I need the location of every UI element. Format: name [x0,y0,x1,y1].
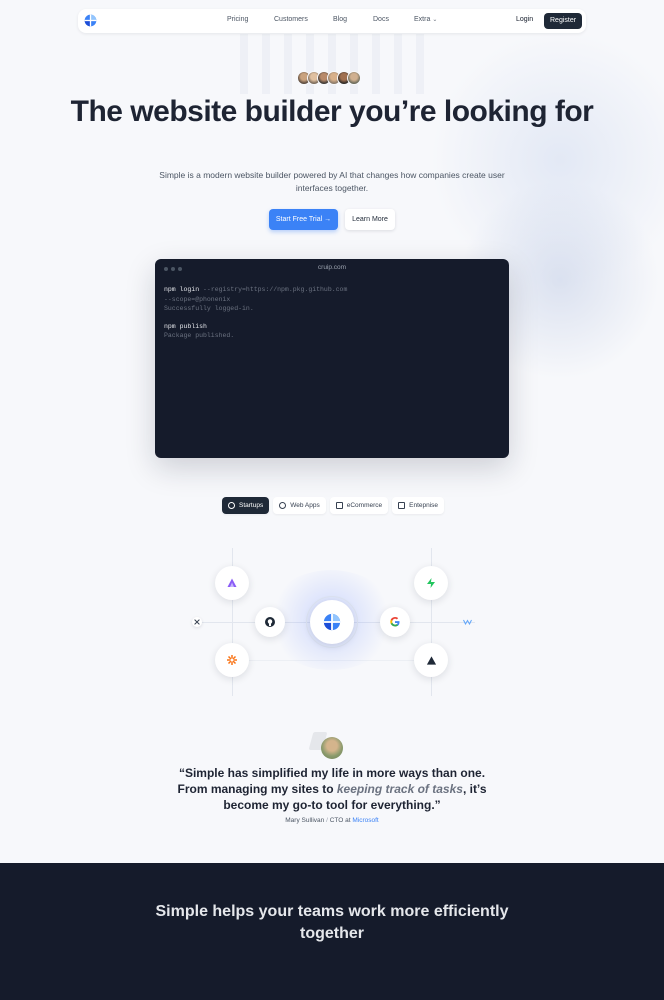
learn-more-button[interactable]: Learn More [345,209,395,230]
nav-docs[interactable]: Docs [373,16,389,23]
x-icon [192,617,202,627]
quote-emphasis: keeping track of tasks [336,782,463,796]
nav-blog[interactable]: Blog [333,16,347,23]
bracket-icon [335,502,343,509]
tab-label: eCommerce [346,502,383,509]
testimonial-author: Mary Sullivan / CTO at Microsoft [0,817,664,824]
terminal-title: cruip.com [317,264,347,271]
supabase-icon [414,566,448,600]
terminal-line: --scope=@phonenix [164,295,231,303]
terminal-line: Package published. [164,332,235,339]
logo-icon[interactable] [84,14,97,27]
hero-title: The website builder you’re looking for [70,95,594,128]
tab-label: Web Apps [290,502,320,509]
register-button[interactable]: Register [544,13,583,29]
nav-customers[interactable]: Customers [274,16,308,23]
tab-ecommerce[interactable]: eCommerce [329,497,389,514]
background-stripes [240,34,430,94]
header: Pricing Customers Blog Docs Extra ⌄ Login… [78,9,586,33]
tab-enterprise[interactable]: Entepnise [392,497,445,514]
webflow-icon [462,617,472,627]
terminal-line: npm publish [164,322,207,330]
code-terminal: cruip.com npm login --registry=https://n… [155,259,509,458]
author-role: CTO at [329,817,351,824]
affinity-icon [215,566,249,600]
author-company-link[interactable]: Microsoft [352,817,378,824]
terminal-command: npm login [164,286,200,293]
google-icon [380,607,410,637]
hero-subtitle: Simple is a modern website builder power… [159,170,505,193]
zapier-icon [215,643,249,677]
category-tabs: Startups Web Apps eCommerce Entepnise [222,497,445,514]
github-icon [255,607,285,637]
terminal-body: npm login --registry=https://npm.pkg.git… [164,285,347,341]
terminal-gap [164,314,347,322]
features-section: Simple helps your teams work more effici… [0,863,664,1000]
integrations-diagram [0,540,664,700]
author-separator: / [326,817,328,824]
chevron-down-icon: ⌄ [432,17,438,23]
section-title: Simple helps your teams work more effici… [155,903,509,942]
clock-icon [279,502,287,509]
nav-extra-label: Extra [414,16,431,23]
tab-label: Startups [239,502,264,509]
tab-startups[interactable]: Startups [222,497,270,514]
testimonial-avatar [321,737,343,759]
nav-extra[interactable]: Extra ⌄ [414,16,437,23]
circle-icon [228,502,235,509]
start-free-trial-button[interactable]: Start Free Trial → [269,209,338,230]
simple-logo-icon [310,600,354,644]
vercel-icon [414,643,448,677]
terminal-line: Successfully logged-in. [164,305,254,312]
testimonial-quote: “Simple has simplified my life in more w… [172,765,492,813]
terminal-line: npm login --registry=https://npm.pkg.git… [164,285,347,295]
tab-web-apps[interactable]: Web Apps [273,497,326,514]
terminal-arg: --registry=https://npm.pkg.github.com [203,286,348,293]
avatar-group [297,71,361,85]
author-name: Mary Sullivan [285,817,325,824]
layers-icon [398,502,406,509]
login-link[interactable]: Login [516,16,533,23]
tab-label: Entepnise [409,502,439,509]
avatar [347,71,361,85]
nav-pricing[interactable]: Pricing [227,16,248,23]
